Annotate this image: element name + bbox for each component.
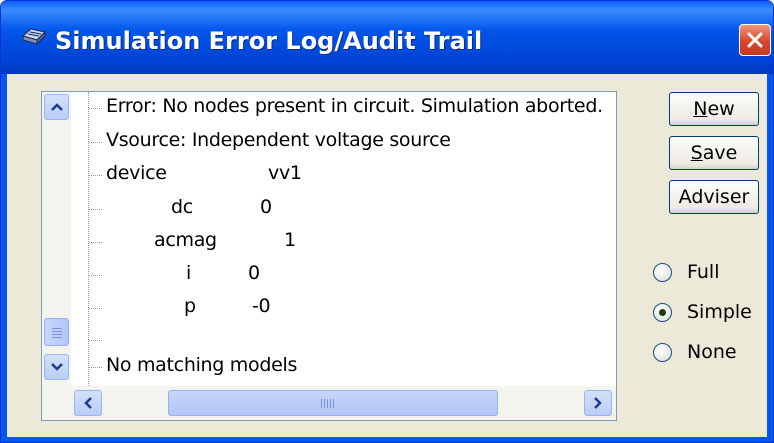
- log-entry[interactable]: Error: No nodes present in circuit. Simu…: [72, 92, 612, 124]
- new-button-mnemonic: N: [693, 98, 708, 120]
- radio-circle[interactable]: [653, 263, 672, 282]
- log-tree-view[interactable]: Error: No nodes present in circuit. Simu…: [41, 91, 617, 421]
- scroll-left-button[interactable]: [74, 390, 102, 416]
- log-entry[interactable]: device vv1: [72, 159, 612, 191]
- simulation-app-icon: [21, 26, 47, 48]
- log-entry[interactable]: Vsource: Independent voltage source: [72, 126, 612, 158]
- log-entry-name: device: [106, 162, 167, 184]
- scroll-down-button[interactable]: [44, 354, 69, 380]
- close-button[interactable]: [739, 24, 771, 56]
- log-entry-value: -0: [252, 295, 271, 317]
- horizontal-scrollbar[interactable]: [42, 386, 616, 420]
- window-frame-bottom: [1, 437, 773, 442]
- log-entry[interactable]: dc 0: [72, 193, 612, 225]
- log-entry[interactable]: i 0: [72, 259, 612, 291]
- radio-simple[interactable]: Simple: [653, 299, 763, 329]
- scroll-up-button[interactable]: [44, 94, 69, 120]
- log-entry-name: p: [184, 295, 196, 317]
- log-entry-name: acmag: [154, 229, 217, 251]
- radio-selected-dot: [659, 309, 666, 316]
- log-tree: Error: No nodes present in circuit. Simu…: [72, 92, 612, 386]
- radio-none-label: None: [687, 341, 737, 363]
- log-entry[interactable]: No matching models: [72, 351, 612, 383]
- vertical-scroll-thumb[interactable]: [44, 318, 69, 346]
- log-entry[interactable]: p -0: [72, 292, 612, 324]
- log-entry-value: 0: [248, 262, 260, 284]
- adviser-button[interactable]: Adviser: [669, 180, 759, 214]
- title-bar[interactable]: Simulation Error Log/Audit Trail: [1, 1, 773, 74]
- window-frame-right: [767, 74, 773, 442]
- scroll-right-button[interactable]: [584, 390, 612, 416]
- log-entry-value: 0: [260, 196, 272, 218]
- radio-circle[interactable]: [653, 343, 672, 362]
- window-frame-left: [1, 74, 7, 442]
- log-entry-text: No matching models: [106, 354, 298, 376]
- log-entry-name: dc: [171, 196, 193, 218]
- log-entry-value: vv1: [268, 162, 302, 184]
- log-entry-text: Error: No nodes present in circuit. Simu…: [106, 95, 603, 117]
- radio-simple-label: Simple: [687, 301, 752, 323]
- horizontal-scroll-thumb[interactable]: [168, 390, 498, 416]
- log-entry-name: i: [186, 262, 191, 284]
- log-entry-value: 1: [284, 229, 296, 251]
- save-button[interactable]: Save: [669, 136, 759, 170]
- radio-none[interactable]: None: [653, 339, 763, 369]
- log-entry-text: Vsource: Independent voltage source: [106, 129, 451, 151]
- radio-full[interactable]: Full: [653, 259, 763, 289]
- new-button[interactable]: New: [669, 92, 759, 126]
- window-title: Simulation Error Log/Audit Trail: [55, 27, 483, 55]
- radio-full-label: Full: [687, 261, 720, 283]
- vertical-scrollbar[interactable]: [42, 92, 71, 386]
- adviser-button-label: Adviser: [678, 186, 750, 208]
- save-button-mnemonic: S: [690, 142, 703, 164]
- error-log-window: Simulation Error Log/Audit Trail Error: …: [0, 0, 774, 443]
- log-entry[interactable]: acmag 1: [72, 226, 612, 258]
- radio-circle[interactable]: [653, 303, 672, 322]
